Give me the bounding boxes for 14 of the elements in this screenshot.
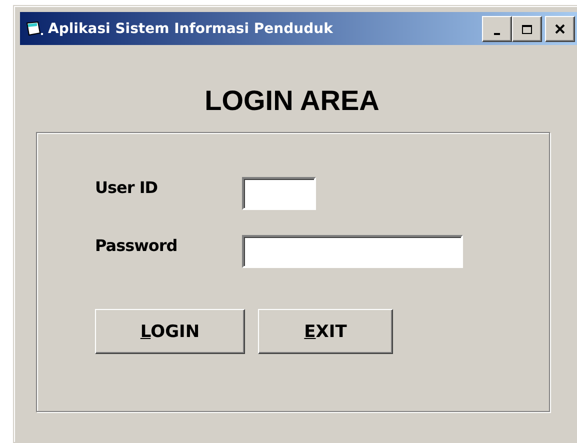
underscore-icon — [494, 32, 500, 34]
heading: LOGIN AREA — [204, 84, 380, 118]
field-label: Password — [95, 236, 178, 255]
close-icon — [553, 22, 567, 34]
input-field[interactable] — [242, 177, 316, 210]
push-button[interactable]: LOGIN — [95, 309, 245, 354]
maximize-button[interactable] — [512, 16, 542, 42]
close-button[interactable] — [545, 16, 575, 42]
window-title: Aplikasi Sistem Informasi Penduduk — [48, 20, 333, 36]
field-label: User ID — [95, 178, 159, 197]
window-app-icon — [26, 20, 44, 36]
input-field[interactable] — [242, 235, 463, 268]
minimize-button[interactable] — [482, 16, 512, 42]
push-button[interactable]: EXIT — [258, 309, 393, 354]
